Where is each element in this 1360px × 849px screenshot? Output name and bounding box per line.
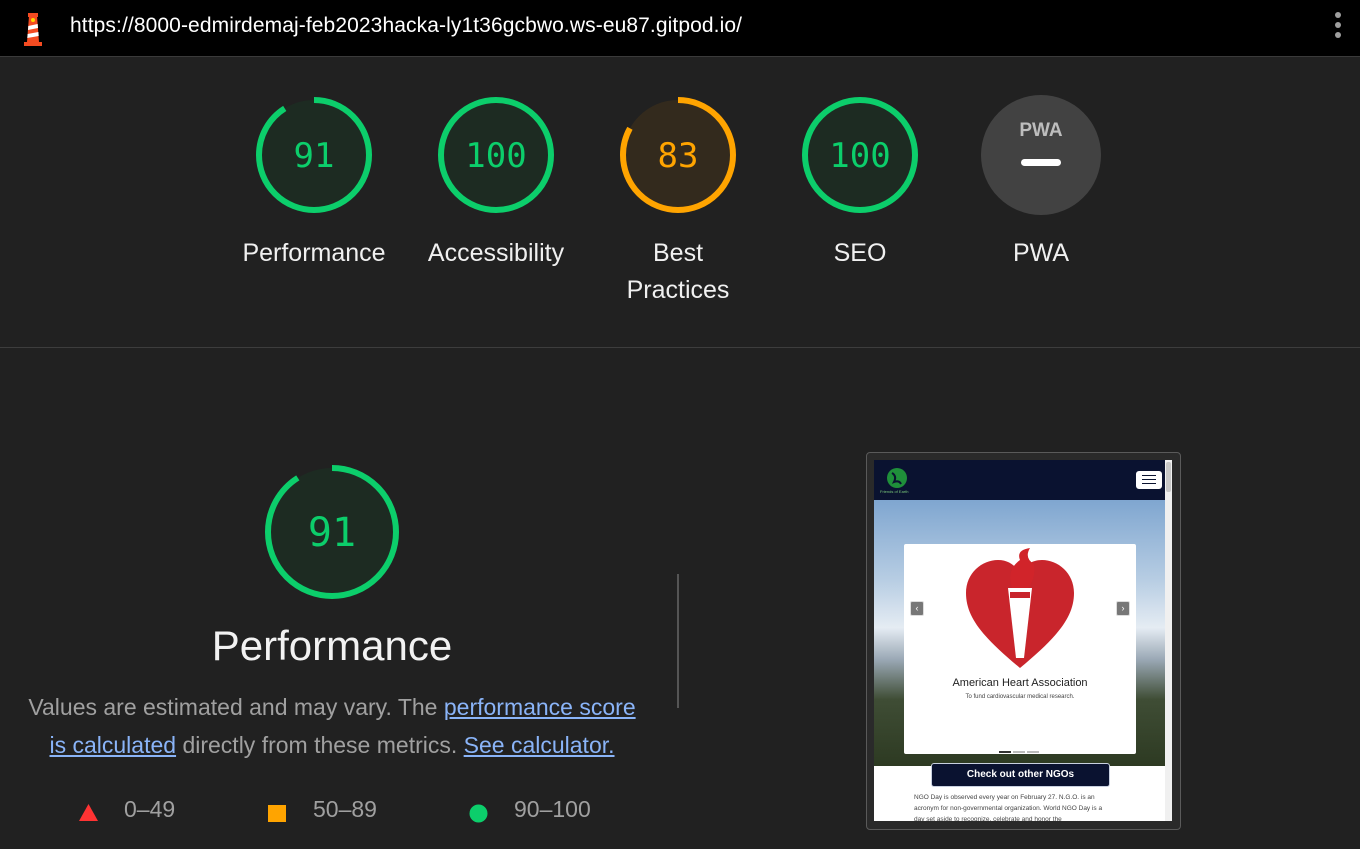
description-text: Values are estimated and may vary. The (28, 694, 444, 720)
thumb-body-text: NGO Day is observed every year on Februa… (914, 794, 1103, 821)
score-value: 100 (829, 136, 890, 176)
gauge-pwa[interactable]: PWA PWA (956, 95, 1126, 272)
score-legend: 0–49 50–89 90–100 (0, 796, 700, 830)
hamburger-icon (1136, 471, 1162, 489)
performance-score-value: 91 (308, 510, 356, 556)
pwa-badge-text: PWA (1019, 120, 1063, 141)
gauge-performance[interactable]: 91 Performance (229, 95, 399, 272)
thumb-logo-text: Friends of Earth (880, 489, 909, 494)
score-gauge: 100 (802, 97, 918, 213)
thumb-scrollbar (1165, 460, 1172, 821)
description-text: directly from these metrics. (176, 732, 464, 758)
legend-range-pass: 90–100 (514, 796, 591, 822)
final-screenshot: Friends of Earth American Heart Associat… (874, 460, 1172, 821)
thumb-card-subtitle: To fund cardiovascular medical research. (965, 694, 1075, 700)
performance-title: Performance (211, 622, 453, 669)
chevron-right-icon: › (1116, 601, 1130, 616)
see-calculator-link[interactable]: See calculator. (464, 732, 615, 758)
lighthouse-icon (24, 13, 42, 46)
gauge-label: SEO (833, 239, 887, 267)
heart-torch-icon (966, 548, 1074, 668)
score-gauge: 91 (256, 97, 372, 213)
score-value: 83 (658, 136, 699, 176)
thumb-card-title: American Heart Association (952, 677, 1088, 689)
kebab-menu-icon[interactable] (1332, 12, 1344, 44)
gauge-label: Best Practices (626, 239, 730, 304)
chevron-left-icon: ‹ (910, 601, 924, 616)
triangle-icon (79, 804, 98, 821)
score-value: 91 (294, 136, 335, 176)
square-icon (268, 805, 286, 822)
url-text: https://8000-edmirdemaj-feb2023hacka-ly1… (70, 14, 743, 37)
gauge-label: Accessibility (427, 239, 565, 267)
vertical-divider (677, 574, 679, 708)
thumb-carousel-card: American Heart Association To fund cardi… (904, 544, 1136, 754)
gauge-label: PWA (1012, 239, 1070, 267)
category-scores: 91 Performance 100 Accessibility 83 Best… (0, 57, 1360, 348)
legend-range-average: 50–89 (313, 796, 377, 822)
legend-range-fail: 0–49 (124, 796, 176, 822)
gauge-accessibility[interactable]: 100 Accessibility (411, 95, 581, 272)
pwa-badge-icon: PWA (981, 95, 1101, 215)
thumb-hero: American Heart Association To fund cardi… (874, 500, 1172, 787)
thumb-cta-button: Check out other NGOs (931, 763, 1110, 787)
performance-description: Values are estimated and may vary. The p… (24, 688, 640, 764)
url-bar: https://8000-edmirdemaj-feb2023hacka-ly1… (0, 0, 1360, 57)
score-gauge: 83 (620, 97, 736, 213)
gauge-label: Performance (242, 239, 386, 267)
score-gauge: 100 (438, 97, 554, 213)
thumb-navbar: Friends of Earth (874, 460, 1172, 500)
gauge-seo[interactable]: 100 SEO (775, 95, 945, 272)
carousel-indicators (999, 740, 1041, 758)
circle-icon (469, 804, 488, 823)
performance-score-gauge: 91 (265, 465, 399, 599)
score-value: 100 (465, 136, 526, 176)
gauge-best-practices[interactable]: 83 Best Practices (593, 95, 763, 309)
